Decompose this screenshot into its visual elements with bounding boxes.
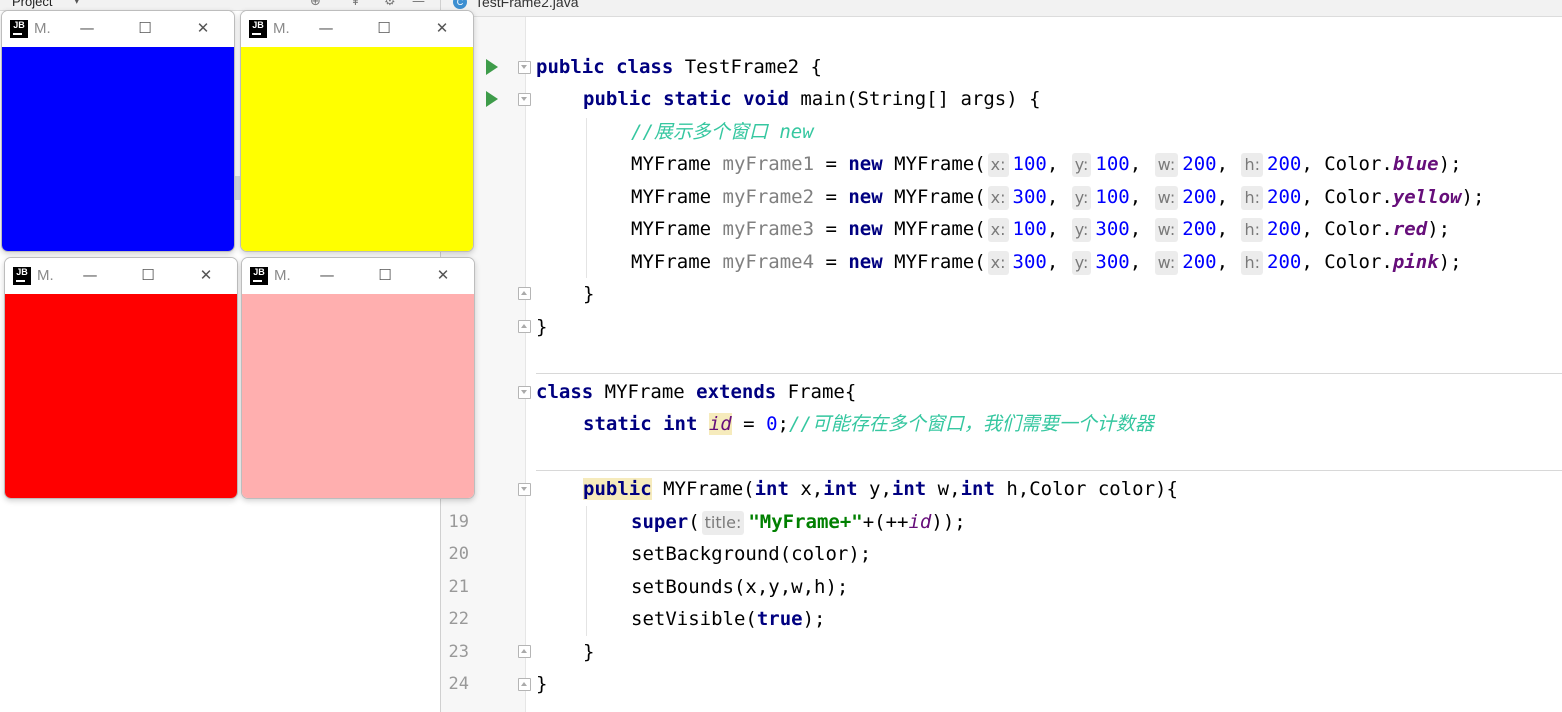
- code-line[interactable]: public MYFrame(int x,int y,int w,int h,C…: [583, 473, 1178, 505]
- code-comment[interactable]: //展示多个窗口 new: [631, 116, 814, 148]
- line-number: 24: [448, 674, 469, 694]
- maximize-button[interactable]: ☐: [134, 17, 156, 39]
- maximize-button[interactable]: ☐: [373, 17, 395, 39]
- project-title[interactable]: Project: [12, 0, 52, 9]
- java-class-icon: C: [453, 0, 467, 9]
- gear-icon[interactable]: ⚙: [384, 0, 396, 9]
- code-line[interactable]: MYFrame myFrame3 = new MYFrame(x: 100, y:…: [631, 213, 1450, 245]
- param-hint: w:: [1154, 218, 1179, 242]
- window-titlebar[interactable]: JB M. — ☐ ✕: [5, 258, 237, 294]
- fold-icon[interactable]: [518, 386, 531, 399]
- code-line[interactable]: }: [536, 311, 547, 343]
- param-hint: h:: [1241, 153, 1263, 177]
- close-button[interactable]: ✕: [192, 17, 214, 39]
- code-line[interactable]: static int id = 0;//可能存在多个窗口，我们需要一个计数器: [583, 408, 1154, 440]
- code-line[interactable]: }: [583, 278, 594, 310]
- window-title: M.: [274, 267, 291, 284]
- param-hint: w:: [1154, 153, 1179, 177]
- fold-icon[interactable]: [518, 61, 531, 74]
- param-hint: x:: [987, 186, 1009, 210]
- run-main-icon[interactable]: [486, 91, 498, 107]
- line-number: 19: [448, 512, 469, 532]
- fold-icon[interactable]: [518, 645, 531, 658]
- indent-guide: [586, 118, 587, 278]
- param-hint: h:: [1241, 218, 1263, 242]
- param-hint: h:: [1241, 186, 1263, 210]
- minimize-panel-icon[interactable]: —: [412, 0, 425, 9]
- jetbrains-logo-icon: JB: [13, 267, 31, 285]
- jetbrains-logo-icon: JB: [10, 20, 28, 38]
- line-number: 21: [448, 577, 469, 597]
- window-title: M.: [37, 267, 54, 284]
- window-body: [5, 294, 237, 498]
- param-hint: title:: [701, 511, 745, 535]
- close-button[interactable]: ✕: [432, 264, 454, 286]
- line-number: 20: [448, 544, 469, 564]
- myframe-window[interactable]: JB M. — ☐ ✕: [4, 257, 238, 499]
- method-separator: [536, 373, 1562, 374]
- window-body: [242, 294, 474, 498]
- code-line[interactable]: public class TestFrame2 {: [536, 51, 822, 83]
- editor-tabbar: C TestFrame2.java: [441, 0, 1562, 17]
- fold-icon[interactable]: [518, 320, 531, 333]
- param-hint: w:: [1154, 186, 1179, 210]
- code-line[interactable]: setBackground(color);: [631, 538, 871, 570]
- fold-icon[interactable]: [518, 678, 531, 691]
- code-line[interactable]: MYFrame myFrame2 = new MYFrame(x: 300, y:…: [631, 181, 1484, 213]
- code-line[interactable]: class MYFrame extends Frame{: [536, 376, 856, 408]
- param-hint: y:: [1071, 153, 1092, 177]
- window-titlebar[interactable]: JB M. — ☐ ✕: [241, 11, 473, 47]
- window-titlebar[interactable]: JB M. — ☐ ✕: [2, 11, 234, 47]
- code-line[interactable]: public static void main(String[] args) {: [583, 83, 1041, 115]
- param-hint: x:: [987, 218, 1009, 242]
- tab-label: TestFrame2.java: [475, 0, 579, 10]
- code-line[interactable]: MYFrame myFrame1 = new MYFrame(x: 100, y:…: [631, 148, 1462, 180]
- param-hint: h:: [1241, 251, 1263, 275]
- window-titlebar[interactable]: JB M. — ☐ ✕: [242, 258, 474, 294]
- window-body: [2, 47, 234, 251]
- close-button[interactable]: ✕: [195, 264, 217, 286]
- myframe-window[interactable]: JB M. — ☐ ✕: [241, 257, 475, 499]
- indent-guide: [586, 506, 587, 636]
- line-number: 22: [448, 609, 469, 629]
- minimize-button[interactable]: —: [316, 264, 338, 286]
- maximize-button[interactable]: ☐: [374, 264, 396, 286]
- method-separator: [536, 470, 1562, 471]
- minimize-button[interactable]: —: [79, 264, 101, 286]
- code-line[interactable]: setBounds(x,y,w,h);: [631, 571, 848, 603]
- fold-icon[interactable]: [518, 287, 531, 300]
- line-number: 23: [448, 642, 469, 662]
- param-hint: y:: [1071, 251, 1092, 275]
- code-line[interactable]: }: [583, 636, 594, 668]
- jetbrains-logo-icon: JB: [249, 20, 267, 38]
- param-hint: y:: [1071, 186, 1092, 210]
- window-title: M.: [273, 20, 290, 37]
- close-button[interactable]: ✕: [431, 17, 453, 39]
- code-line[interactable]: }: [536, 668, 547, 700]
- fold-icon[interactable]: [518, 483, 531, 496]
- code-line[interactable]: super(title: "MyFrame+"+(++id));: [631, 506, 966, 538]
- locate-icon[interactable]: ⊕: [310, 0, 321, 9]
- code-line[interactable]: MYFrame myFrame4 = new MYFrame(x: 300, y:…: [631, 246, 1462, 278]
- jetbrains-logo-icon: JB: [250, 267, 268, 285]
- collapse-icon[interactable]: ⇞: [350, 0, 361, 9]
- maximize-button[interactable]: ☐: [137, 264, 159, 286]
- param-hint: w:: [1154, 251, 1179, 275]
- param-hint: x:: [987, 153, 1009, 177]
- param-hint: y:: [1071, 218, 1092, 242]
- code-line[interactable]: setVisible(true);: [631, 603, 826, 635]
- myframe-window[interactable]: JB M. — ☐ ✕: [1, 10, 235, 252]
- id-field-highlight: id: [708, 413, 732, 435]
- window-body: [241, 47, 473, 251]
- param-hint: x:: [987, 251, 1009, 275]
- window-title: M.: [34, 20, 51, 37]
- chevron-down-icon[interactable]: ▾: [74, 0, 80, 7]
- fold-icon[interactable]: [518, 93, 531, 106]
- minimize-button[interactable]: —: [76, 17, 98, 39]
- myframe-window[interactable]: JB M. — ☐ ✕: [240, 10, 474, 252]
- run-class-icon[interactable]: [486, 59, 498, 75]
- minimize-button[interactable]: —: [315, 17, 337, 39]
